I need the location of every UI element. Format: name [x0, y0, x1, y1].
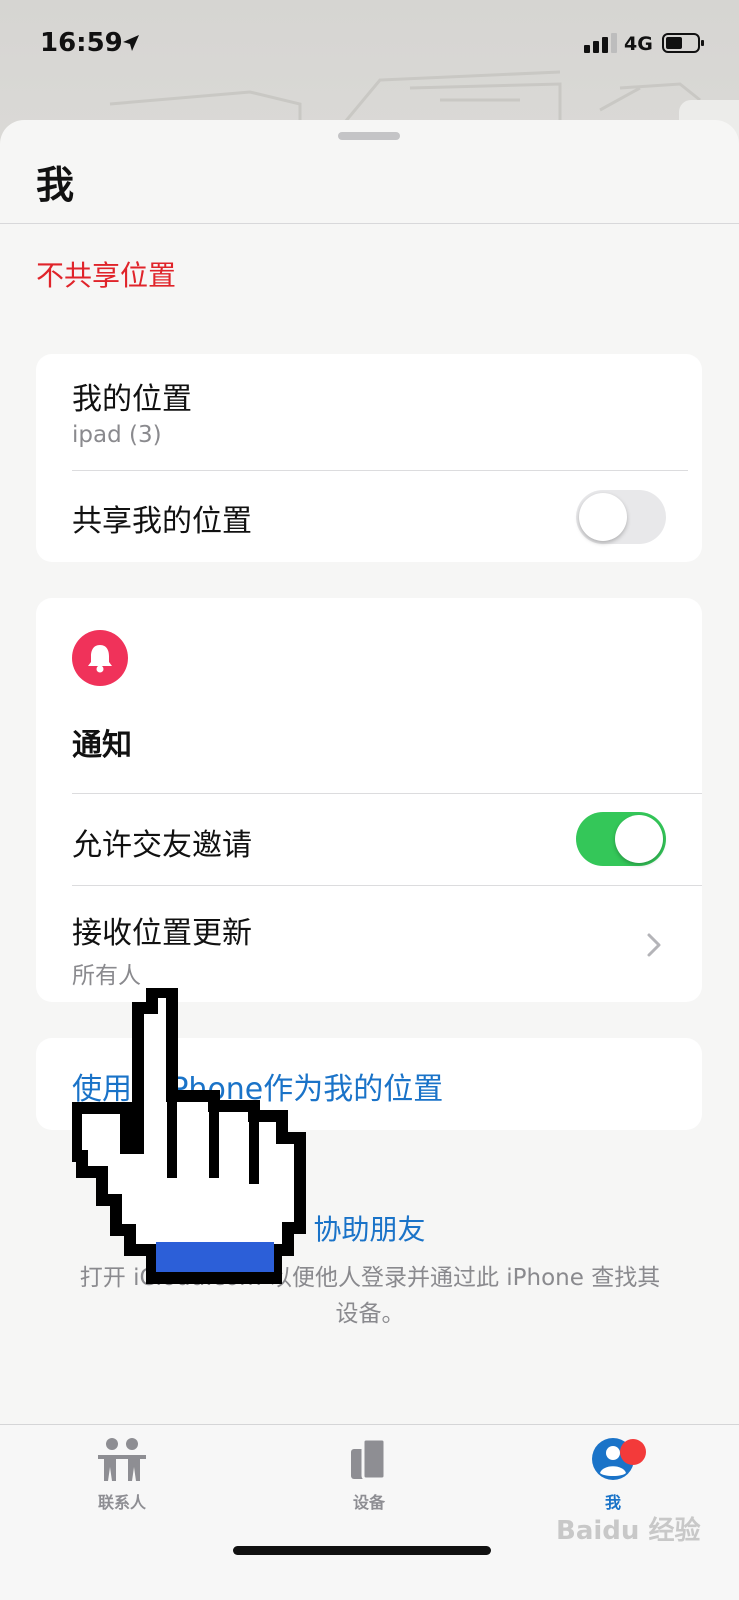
share-location-label: 共享我的位置 [72, 504, 252, 539]
status-bar: 16:59 4G [0, 0, 739, 90]
tab-contacts-label: 联系人 [97, 1493, 146, 1512]
notifications-card: 通知 允许交友邀请 接收位置更新 所有人 [36, 598, 702, 1002]
my-location-card: 我的位置 ipad (3) 共享我的位置 [36, 354, 702, 562]
allow-invites-label: 允许交友邀请 [72, 828, 252, 863]
notifications-title: 通知 [72, 728, 132, 763]
status-time: 16:59 [40, 28, 123, 58]
hand-pointer-icon [72, 988, 306, 1284]
location-arrow-icon [123, 35, 139, 51]
receive-updates-label: 接收位置更新 [72, 916, 252, 951]
tab-devices-label: 设备 [352, 1493, 385, 1512]
chevron-right-icon [647, 933, 661, 957]
page-title: 我 [36, 163, 75, 207]
stop-sharing-button[interactable]: 不共享位置 [36, 254, 176, 294]
me-sheet: 我 不共享位置 我的位置 ipad (3) 共享我的位置 通知 允许交友邀请 接… [0, 120, 739, 1600]
battery-icon [662, 33, 704, 53]
network-type: 4G [624, 33, 653, 55]
my-location-title: 我的位置 [72, 382, 192, 417]
notification-badge [620, 1439, 646, 1465]
bell-icon [72, 630, 128, 686]
receive-updates-value: 所有人 [72, 963, 141, 989]
sheet-grabber[interactable] [338, 132, 400, 140]
tab-me[interactable]: 我 [553, 1435, 673, 1513]
divider [0, 223, 739, 224]
watermark: Baidu 经验 [556, 1516, 701, 1546]
my-location-device: ipad (3) [72, 422, 162, 448]
people-icon [98, 1438, 146, 1481]
cell-signal-icon [584, 33, 617, 53]
receive-updates-row[interactable]: 接收位置更新 所有人 [36, 886, 702, 1002]
divider [72, 793, 702, 794]
tab-contacts[interactable]: 联系人 [62, 1435, 182, 1513]
allow-invites-toggle[interactable] [576, 812, 666, 866]
toggle-knob [579, 493, 627, 541]
toggle-knob [615, 815, 663, 863]
home-indicator[interactable] [233, 1546, 491, 1555]
tab-devices[interactable]: 设备 [309, 1435, 429, 1513]
devices-icon [351, 1437, 387, 1481]
share-location-toggle[interactable] [576, 490, 666, 544]
divider [72, 470, 688, 471]
